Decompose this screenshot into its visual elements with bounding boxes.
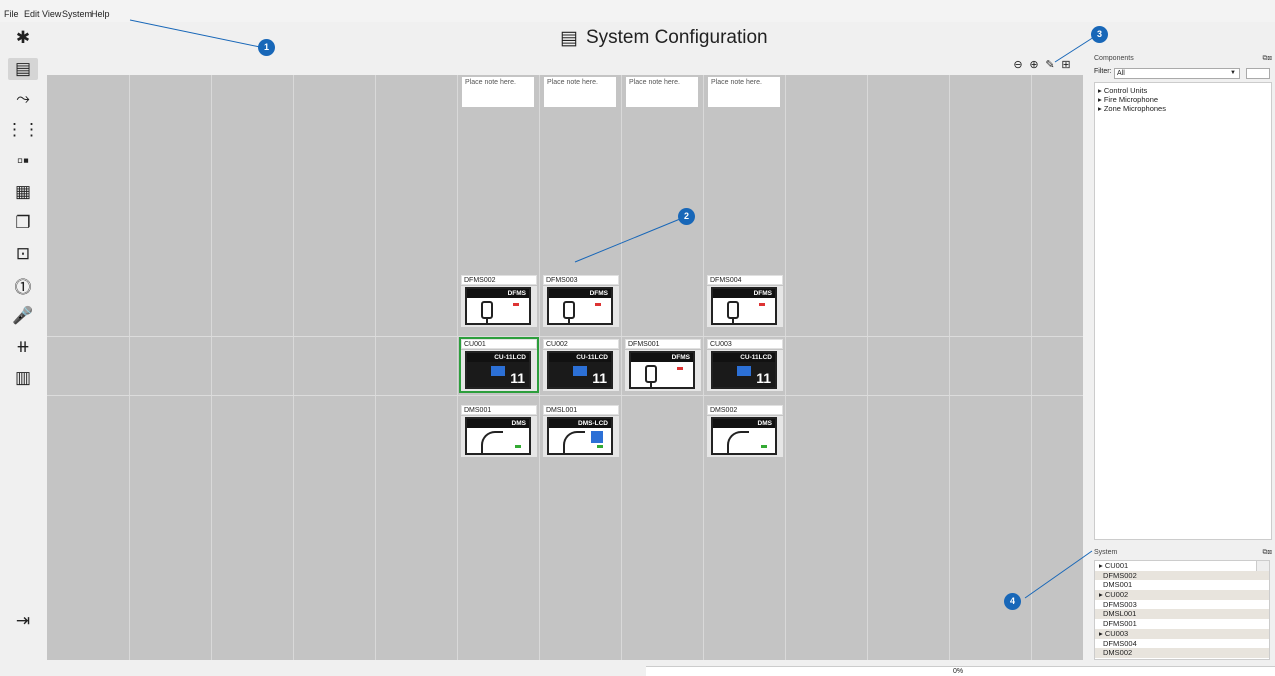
callout-badge: 2 — [678, 208, 695, 225]
callout-badge: 4 — [1004, 593, 1021, 610]
callout-lines — [129, 19, 1095, 599]
callout-badge: 3 — [1091, 26, 1108, 43]
callout-badge: 1 — [258, 39, 275, 56]
